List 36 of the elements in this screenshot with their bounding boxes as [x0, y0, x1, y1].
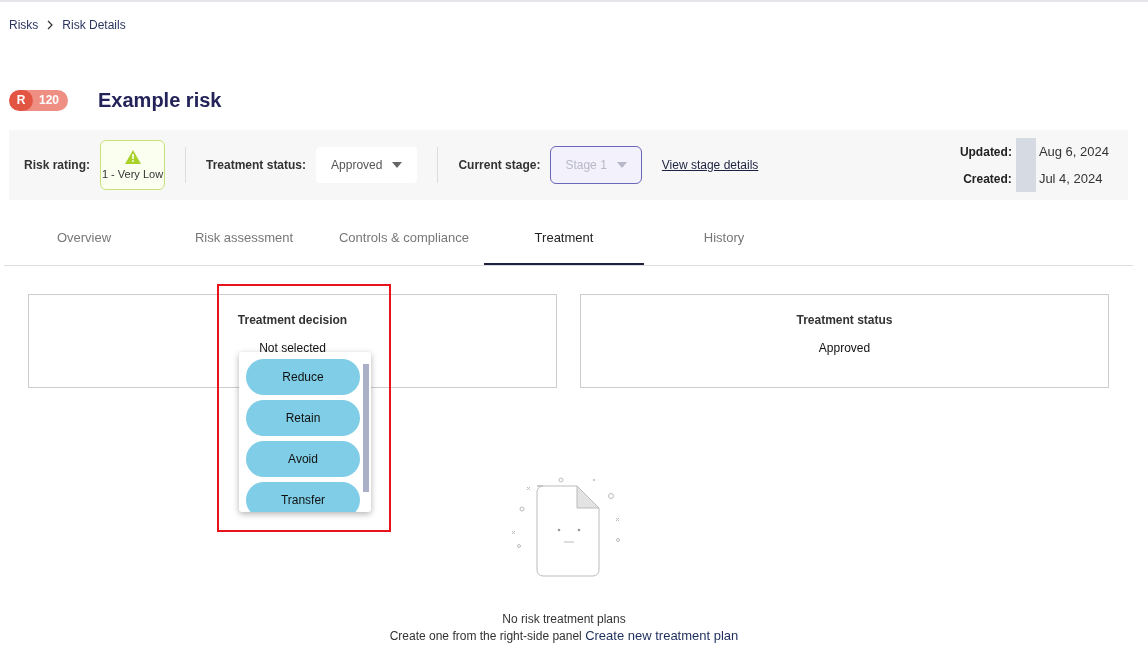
- create-plan-link[interactable]: Create new treatment plan: [585, 628, 739, 643]
- tab[interactable]: Controls & compliance: [324, 212, 484, 265]
- menu-option[interactable]: Retain: [246, 400, 360, 436]
- tab[interactable]: Treatment: [484, 212, 644, 265]
- date-value: Jul 4, 2024: [1037, 170, 1104, 188]
- card-value: Not selected: [259, 341, 326, 355]
- tab[interactable]: History: [644, 212, 804, 265]
- treatment-status-label: Treatment status:: [206, 158, 307, 172]
- date-value: Aug 6, 2024: [1037, 143, 1110, 161]
- card-title: Treatment status: [796, 313, 893, 327]
- caret-down-icon: [616, 162, 627, 168]
- menu-option[interactable]: Reduce: [246, 359, 360, 395]
- empty-state-text: Create one from the right-side panel Create new treatment plan: [389, 628, 739, 643]
- card-title: Treatment decision: [237, 313, 348, 327]
- current-stage-label: Current stage:: [458, 158, 541, 172]
- risk-title: Example risk: [98, 88, 222, 112]
- tab[interactable]: Risk assessment: [164, 212, 324, 265]
- warning-icon: [124, 150, 141, 164]
- chevron-right-icon: [46, 20, 55, 30]
- scrollbar-thumb[interactable]: [363, 364, 369, 492]
- empty-state-title: No risk treatment plans: [502, 612, 626, 626]
- menu-option[interactable]: Avoid: [246, 441, 360, 477]
- date-label: Created:: [962, 170, 1013, 188]
- card-value: Approved: [818, 341, 871, 355]
- breadcrumb-link[interactable]: Risks: [9, 18, 39, 32]
- treatment-status-dropdown[interactable]: Approved: [316, 147, 418, 183]
- risk-rating-label: Risk rating:: [24, 158, 90, 172]
- risk-id-badge: R 120: [9, 89, 69, 111]
- caret-down-icon: [392, 162, 403, 168]
- divider-bar: [1015, 138, 1036, 192]
- stage-details-link[interactable]: View stage details: [661, 158, 759, 172]
- menu-option[interactable]: Transfer: [246, 482, 360, 512]
- breadcrumb-link[interactable]: Risk Details: [62, 18, 126, 32]
- tab[interactable]: Overview: [4, 212, 164, 265]
- date-label: Updated:: [958, 143, 1013, 161]
- risk-rating-chip: 1 - Very Low: [100, 140, 165, 190]
